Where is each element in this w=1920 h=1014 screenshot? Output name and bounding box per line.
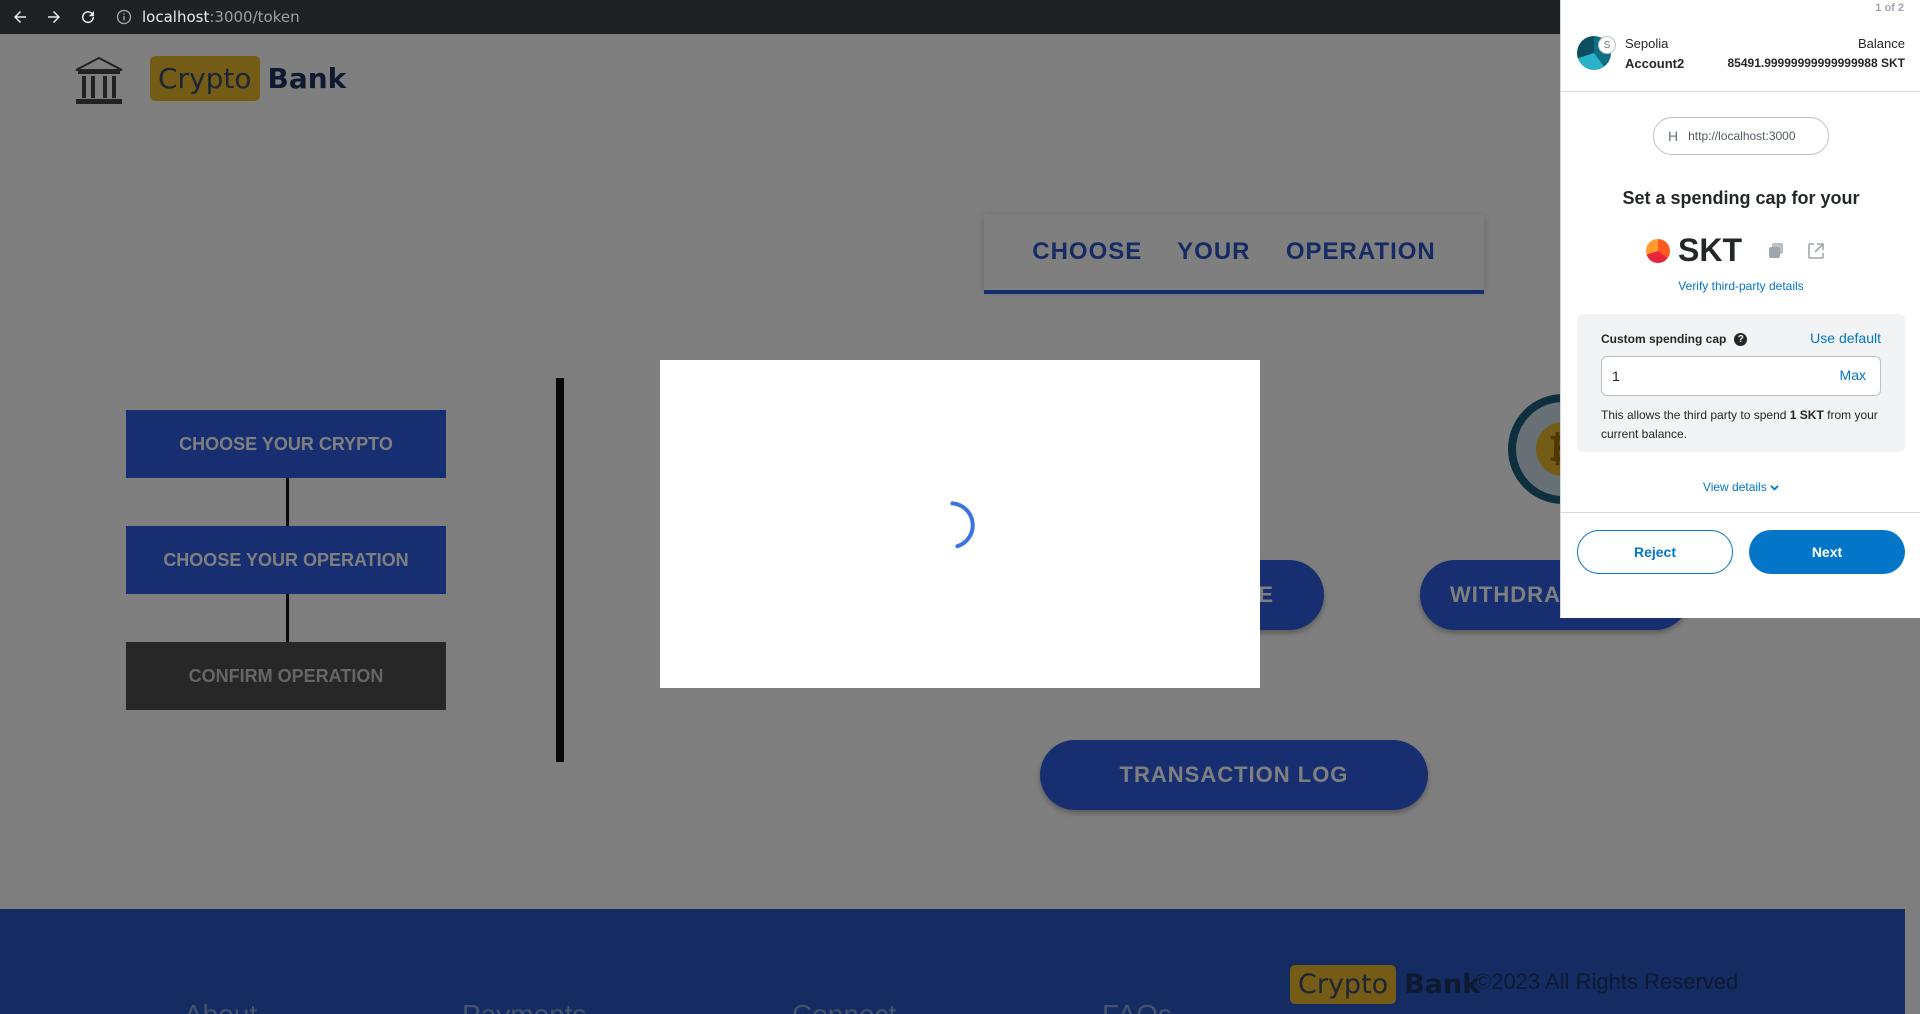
loading-spinner-icon [950, 501, 975, 549]
url-text: localhost:3000/token [142, 8, 300, 26]
allowance-description: This allows the third party to spend 1 S… [1601, 406, 1891, 444]
token-symbol: SKT [1678, 232, 1742, 268]
network-name: Sepolia [1625, 36, 1669, 51]
site-origin-pill: H http://localhost:3000 [1653, 117, 1829, 155]
balance-label: Balance [1858, 36, 1905, 51]
footer-divider [1561, 512, 1920, 513]
reload-button[interactable] [74, 3, 102, 31]
allowance-amount: 1 SKT [1789, 408, 1824, 422]
address-bar[interactable]: localhost:3000/token [116, 8, 300, 26]
origin-url: http://localhost:3000 [1688, 129, 1796, 143]
reload-icon [82, 11, 95, 24]
loading-modal [660, 360, 1260, 688]
reject-button[interactable]: Reject [1577, 530, 1733, 574]
forward-button[interactable] [40, 3, 68, 31]
back-arrow-icon [14, 11, 26, 23]
cap-input-wrapper: Max [1601, 356, 1881, 396]
info-icon [116, 9, 132, 25]
help-icon[interactable]: ? [1734, 332, 1748, 346]
url-host: localhost [142, 8, 210, 26]
back-button[interactable] [6, 3, 34, 31]
forward-arrow-icon [48, 11, 60, 23]
custom-cap-label: Custom spending cap ? [1601, 332, 1748, 346]
spending-cap-input[interactable] [1602, 357, 1822, 395]
request-pager: 1 of 2 [1875, 2, 1904, 14]
origin-initial: H [1668, 128, 1679, 144]
spending-cap-title: Set a spending cap for your [1622, 188, 1860, 208]
chevron-down-icon [1770, 485, 1779, 491]
token-icon [1646, 238, 1670, 263]
use-default-button[interactable]: Use default [1810, 330, 1881, 346]
token-row: SKT [1561, 232, 1920, 269]
allowance-prefix: This allows the third party to spend [1601, 408, 1790, 422]
network-badge: S [1598, 36, 1616, 54]
custom-spending-cap-box: Custom spending cap ? Use default Max Th… [1577, 314, 1905, 452]
url-path: :3000/token [209, 8, 300, 26]
view-details-text: View details [1702, 480, 1767, 494]
max-button[interactable]: Max [1840, 367, 1866, 383]
account-name: Account2 [1625, 56, 1685, 71]
verify-third-party-link[interactable]: Verify third-party details [1561, 279, 1920, 293]
next-button[interactable]: Next [1749, 530, 1905, 574]
wallet-account-header: S Sepolia Account2 Balance 85491.9999999… [1561, 18, 1920, 92]
custom-cap-label-text: Custom spending cap [1601, 332, 1727, 346]
external-link-icon[interactable] [1806, 241, 1826, 261]
balance-value: 85491.99999999999999988 SKT [1727, 56, 1906, 70]
copy-icon[interactable] [1766, 241, 1786, 261]
wallet-popup: 1 of 2 S Sepolia Account2 Balance 85491.… [1560, 0, 1920, 618]
view-details-link[interactable]: View details [1561, 480, 1920, 494]
